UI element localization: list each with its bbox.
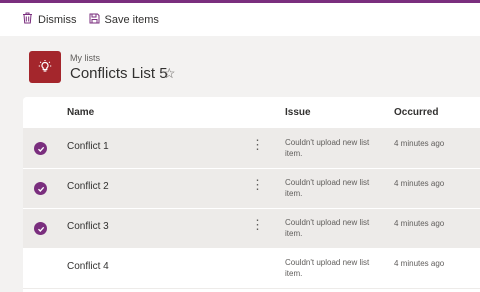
row-issue: Couldn't upload new list item. (285, 138, 370, 158)
row-name[interactable]: Conflict 1 (67, 141, 109, 152)
breadcrumb[interactable]: My lists (70, 53, 100, 63)
row-name[interactable]: Conflict 2 (67, 181, 109, 192)
save-items-label: Save items (104, 13, 159, 26)
star-outline-icon[interactable]: ☆ (163, 65, 176, 82)
save-icon (89, 13, 105, 27)
row-name[interactable]: Conflict 4 (67, 261, 109, 272)
row-issue: Couldn't upload new list item. (285, 218, 370, 238)
conflicts-list: Name Issue Occurred Conflict 1 ⋮ Couldn'… (23, 97, 480, 292)
dismiss-label: Dismiss (38, 13, 77, 26)
table-row[interactable]: Conflict 2 ⋮ Couldn't upload new list it… (23, 169, 480, 209)
more-vertical-icon[interactable]: ⋮ (251, 217, 264, 235)
column-header-row: Name Issue Occurred (23, 97, 480, 129)
row-occurred: 4 minutes ago (394, 219, 445, 228)
row-occurred: 4 minutes ago (394, 179, 445, 188)
row-selected-checkmark-icon[interactable] (34, 222, 47, 235)
lightbulb-icon (29, 51, 61, 83)
table-row[interactable]: Conflict 1 ⋮ Couldn't upload new list it… (23, 129, 480, 169)
row-selected-checkmark-icon[interactable] (34, 182, 47, 195)
column-header-issue[interactable]: Issue (285, 107, 311, 118)
page-title: Conflicts List 5 (70, 65, 168, 82)
table-row[interactable]: Conflict 3 ⋮ Couldn't upload new list it… (23, 209, 480, 249)
table-row[interactable]: Conflict 4 Couldn't upload new list item… (23, 249, 480, 289)
column-header-occurred[interactable]: Occurred (394, 107, 438, 118)
row-issue: Couldn't upload new list item. (285, 178, 370, 198)
trash-icon (22, 12, 38, 27)
dismiss-button[interactable]: Dismiss (16, 3, 83, 36)
row-occurred: 4 minutes ago (394, 259, 445, 268)
row-occurred: 4 minutes ago (394, 139, 445, 148)
row-selected-checkmark-icon[interactable] (34, 142, 47, 155)
save-items-button[interactable]: Save items (83, 3, 165, 36)
command-bar: Dismiss Save items (0, 3, 480, 36)
row-name[interactable]: Conflict 3 (67, 221, 109, 232)
more-vertical-icon[interactable]: ⋮ (251, 177, 264, 195)
row-issue: Couldn't upload new list item. (285, 258, 370, 278)
column-header-name[interactable]: Name (67, 107, 94, 118)
more-vertical-icon[interactable]: ⋮ (251, 137, 264, 155)
